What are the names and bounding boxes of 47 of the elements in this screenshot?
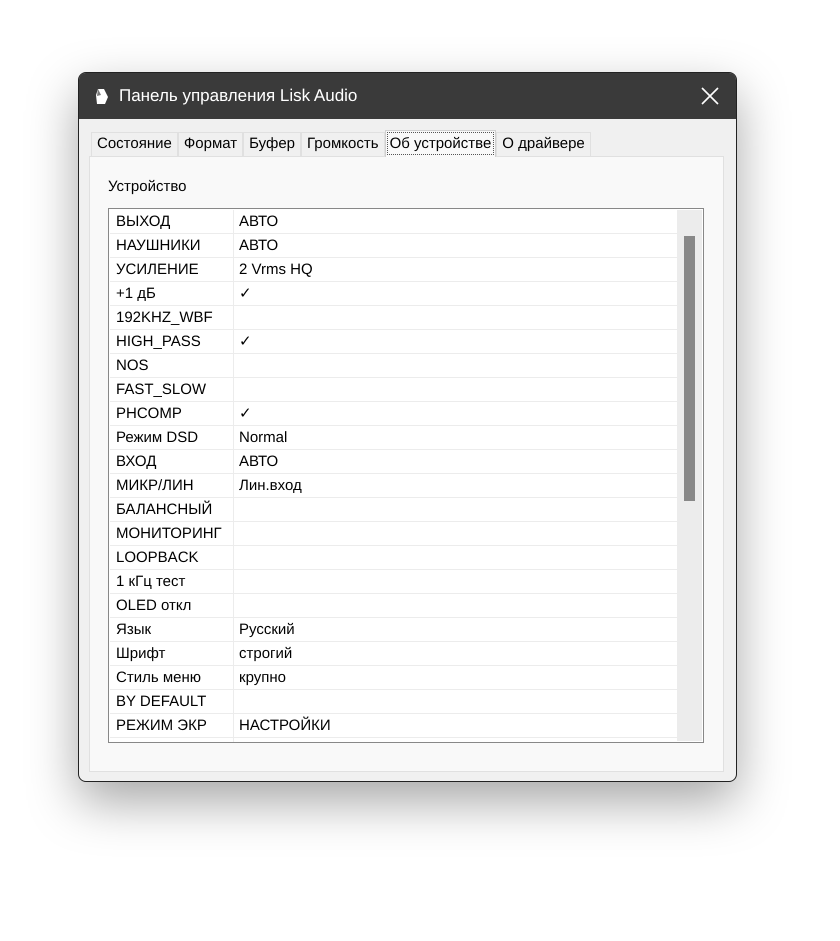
table-cell-text: ✓ [238,404,252,424]
table-cell: Шрифт [110,642,234,665]
tab[interactable]: Громкость [301,132,385,156]
tab[interactable]: Буфер [243,132,302,156]
app-logo-icon [95,87,109,105]
table-cell: 1 кГц тест [110,570,234,593]
table-cell: Язык [110,618,234,641]
table-cell-text: Русский [238,620,295,640]
table-cell: БАЛАНСНЫЙ [110,498,234,521]
table-cell-text: ✓ [238,284,252,304]
table-cell-text: АВТО [238,212,278,232]
tab[interactable]: Формат [178,132,244,156]
scrollbar[interactable] [677,210,702,741]
table-cell: УСИЛЕНИЕ [110,258,234,281]
table-cell: Стиль меню [110,666,234,689]
table-cell: МОНИТОРИНГ [110,522,234,545]
table-cell: ВЫХОД [110,210,234,233]
table-cell: +1 дБ [110,282,234,305]
window-title: Панель управления Lisk Audio [119,85,358,108]
table-cell: 192KHZ_WBF [110,306,234,329]
table-cell: LOOPBACK [110,546,234,569]
table-cell-text: строгий [238,644,292,664]
close-icon [701,87,719,105]
table-cell-text: АВТО [238,452,278,472]
group-label: Устройство [108,178,188,196]
table-cell-text: Лин.вход [238,476,302,496]
table-cell-text: крупно [238,668,286,688]
table-cell-text: НАСТРОЙКИ [238,716,331,736]
table-cell: HIGH_PASS [110,330,234,353]
tab[interactable]: Об устройстве [384,130,496,157]
table-cell: РЕЖИМ ЭКР [110,714,234,737]
table-cell: FAST_SLOW [110,378,234,401]
table-cell: ВХОД [110,450,234,473]
table-cell: Режим DSD [110,426,234,449]
tab[interactable]: О драйвере [496,132,591,156]
table-cell: PHCOMP [110,402,234,425]
table-cell: NOS [110,354,234,377]
table-cell: OLED откл [110,594,234,617]
scrollbar-thumb[interactable] [684,236,695,501]
table-cell: МИКР/ЛИН [110,474,234,497]
table-cell: НАУШНИКИ [110,234,234,257]
tab[interactable]: Состояние [91,132,178,156]
table-cell-text: АВТО [238,236,278,256]
table-cell-text: ✓ [238,332,252,352]
table-cell-text: 2 Vrms HQ [238,260,313,280]
table-cell-text: Normal [238,428,288,448]
table-cell: BY DEFAULT [110,690,234,713]
